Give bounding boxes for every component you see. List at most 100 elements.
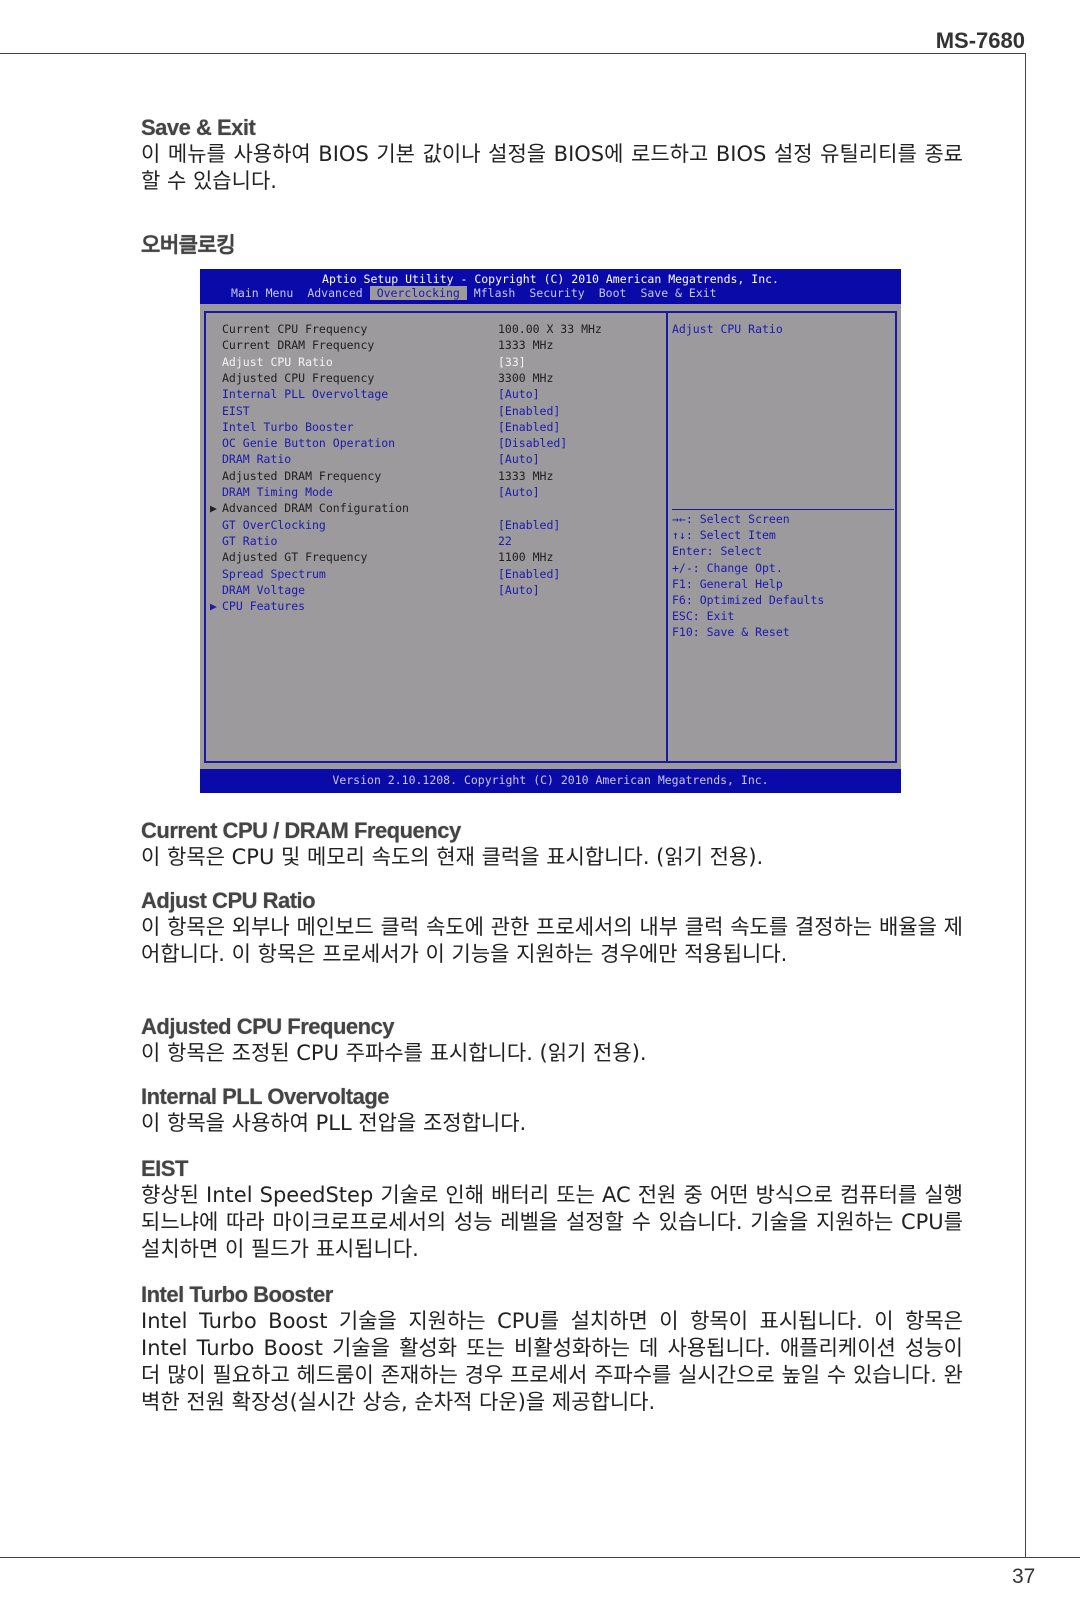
section-text: 이 항목을 사용하여 PLL 전압을 조정합니다. [141, 1111, 527, 1135]
item-value: 100.00 X 33 MHz [498, 322, 602, 336]
section-text: 향상된 Intel SpeedStep 기술로 인해 배터리 또는 AC 전원 … [141, 1183, 963, 1261]
bios-item[interactable]: Spread Spectrum [Enabled] [222, 566, 560, 583]
item-label: OC Genie Button Operation [222, 436, 396, 451]
item-value: 3300 MHz [498, 370, 554, 385]
bios-screenshot: Aptio Setup Utility - Copyright (C) 2010… [200, 269, 901, 793]
item-label: CPU Features [222, 599, 306, 614]
key-hint: ↑↓: Select Item [672, 528, 776, 543]
description-section: Intel Turbo Booster Intel Turbo Boost 기술을… [141, 1282, 963, 1416]
description-section: EIST 향상된 Intel SpeedStep 기술로 인해 배터리 또는 AC… [141, 1156, 963, 1263]
item-label: Internal PLL Overvoltage [222, 387, 389, 402]
item-value: 22 [498, 533, 512, 548]
item-label: DRAM Ratio [222, 452, 292, 467]
item-value: [Auto] [498, 485, 540, 499]
bios-item[interactable]: EIST [Enabled] [222, 404, 560, 420]
item-label: Adjust CPU Ratio [222, 354, 333, 369]
item-value: 1333 MHz [498, 468, 554, 483]
item-value: 1100 MHz [498, 550, 554, 565]
section-heading: Save & Exit [141, 115, 256, 140]
section-heading: Adjust CPU Ratio [141, 888, 316, 913]
tab-save-exit[interactable]: Save & Exit [633, 286, 723, 300]
description-section: Internal PLL Overvoltage 이 항목을 사용하여 PLL 전… [141, 1084, 963, 1137]
section-heading: Current CPU / DRAM Frequency [141, 818, 461, 843]
item-label: DRAM Timing Mode [222, 485, 333, 499]
model-number: MS-7680 [935, 28, 1025, 53]
bios-item[interactable]: GT Ratio 22 [222, 533, 512, 550]
item-value: [Enabled] [498, 419, 561, 434]
tab-security[interactable]: Security [522, 286, 591, 300]
bios-item[interactable]: Adjusted CPU Frequency 3300 MHz [222, 370, 553, 387]
divider [672, 509, 894, 510]
item-label: Adjusted GT Frequency [222, 550, 368, 565]
item-value: [Auto] [498, 582, 540, 597]
key-hint: F6: Optimized Defaults [672, 593, 825, 607]
tab-main-menu[interactable]: Main Menu [224, 286, 300, 300]
bios-item[interactable]: ▶ Advanced DRAM Configuration [210, 501, 409, 517]
bios-item[interactable]: GT OverClocking [Enabled] [222, 517, 560, 534]
item-label: Current DRAM Frequency [222, 338, 375, 353]
item-label: Adjusted DRAM Frequency [222, 468, 382, 483]
tab-advanced[interactable]: Advanced [300, 286, 369, 300]
item-value: [Auto] [498, 452, 540, 467]
key-hint: F10: Save & Reset [672, 625, 790, 640]
item-label: Advanced DRAM Configuration [222, 501, 409, 516]
chapter-title: 오버클로킹 [141, 233, 236, 257]
bios-item[interactable]: Adjusted GT Frequency 1100 MHz [222, 550, 553, 566]
item-label: DRAM Voltage [222, 582, 306, 597]
item-value: [Disabled] [498, 436, 568, 451]
item-label: GT OverClocking [222, 517, 326, 532]
item-label: Adjusted CPU Frequency [222, 370, 375, 385]
item-value: [Enabled] [498, 517, 561, 532]
tab-overclocking[interactable]: Overclocking [369, 286, 467, 300]
item-value: [33] [498, 354, 526, 369]
section-heading: Internal PLL Overvoltage [141, 1084, 390, 1109]
description-section: Adjust CPU Ratio 이 항목은 외부나 메인보드 클럭 속도에 관한… [141, 888, 963, 968]
section-text: 이 항목은 외부나 메인보드 클럭 속도에 관한 프로세서의 내부 클럭 속도를… [141, 915, 963, 966]
bios-tabs: Main Menu Advanced Overclocking Mflash Secur… [224, 286, 724, 300]
section-text: 이 항목은 CPU 및 메모리 속도의 현재 클럭을 표시합니다. (읽기 전용… [141, 845, 764, 869]
margin-rule [1025, 53, 1026, 1557]
section-text: 이 메뉴를 사용하여 BIOS 기본 값이나 설정을 BIOS에 로드하고 BI… [141, 142, 963, 193]
header-rule [0, 53, 1026, 54]
bios-item[interactable]: Adjusted DRAM Frequency 1333 MHz [222, 468, 553, 485]
bios-item[interactable]: OC Genie Button Operation [Disabled] [222, 436, 567, 452]
item-label: GT Ratio [222, 533, 278, 548]
key-hint: +/-: Change Opt. [672, 560, 783, 575]
tab-boot[interactable]: Boot [592, 286, 634, 300]
item-value: [Enabled] [498, 403, 561, 418]
section-heading: Intel Turbo Booster [141, 1282, 333, 1307]
bios-item[interactable]: Current CPU Frequency 100.00 X 33 MHz [222, 322, 602, 338]
key-hint: F1: General Help [672, 576, 783, 591]
item-value: 1333 MHz [498, 338, 554, 353]
section-text: Intel Turbo Boost 기술을 지원하는 CPU를 설치하면 이 항… [141, 1309, 963, 1414]
intro-section: Save & Exit 이 메뉴를 사용하여 BIOS 기본 값이나 설정을 B… [141, 115, 963, 195]
bios-item[interactable]: Adjust CPU Ratio [33] [222, 354, 526, 371]
page-number: 37 [1012, 1565, 1036, 1588]
bios-item[interactable]: DRAM Timing Mode [Auto] [222, 485, 540, 501]
footer-rule [0, 1557, 1080, 1558]
item-value: [Auto] [498, 387, 540, 402]
section-text: 이 항목은 조정된 CPU 주파수를 표시합니다. (읽기 전용). [141, 1041, 647, 1065]
help-title: Adjust CPU Ratio [672, 322, 783, 336]
submenu-arrow-icon: ▶ [210, 599, 217, 614]
item-label: Intel Turbo Booster [222, 419, 354, 434]
bios-item[interactable]: Intel Turbo Booster [Enabled] [222, 419, 560, 436]
item-value: [Enabled] [498, 566, 561, 581]
key-hint: Enter: Select [672, 544, 763, 559]
bios-item[interactable]: DRAM Voltage [Auto] [222, 582, 540, 599]
item-label: Current CPU Frequency [222, 322, 368, 336]
bios-item[interactable]: ▶ CPU Features [210, 599, 306, 615]
section-heading: EIST [141, 1156, 188, 1181]
description-section: Current CPU / DRAM Frequency 이 항목은 CPU 및 … [141, 818, 963, 871]
item-label: Spread Spectrum [222, 566, 326, 581]
key-hint: →←: Select Screen [672, 512, 790, 526]
submenu-arrow-icon: ▶ [210, 501, 217, 516]
divider [666, 313, 668, 761]
bios-footer: Version 2.10.1208. Copyright (C) 2010 Am… [200, 769, 901, 793]
section-heading: Adjusted CPU Frequency [141, 1014, 395, 1039]
bios-frame: Current CPU Frequency 100.00 X 33 MHz Curr… [204, 311, 897, 763]
bios-item[interactable]: Internal PLL Overvoltage [Auto] [222, 387, 540, 403]
bios-item[interactable]: DRAM Ratio [Auto] [222, 452, 540, 468]
tab-mflash[interactable]: Mflash [467, 286, 523, 300]
bios-item[interactable]: Current DRAM Frequency 1333 MHz [222, 338, 553, 354]
